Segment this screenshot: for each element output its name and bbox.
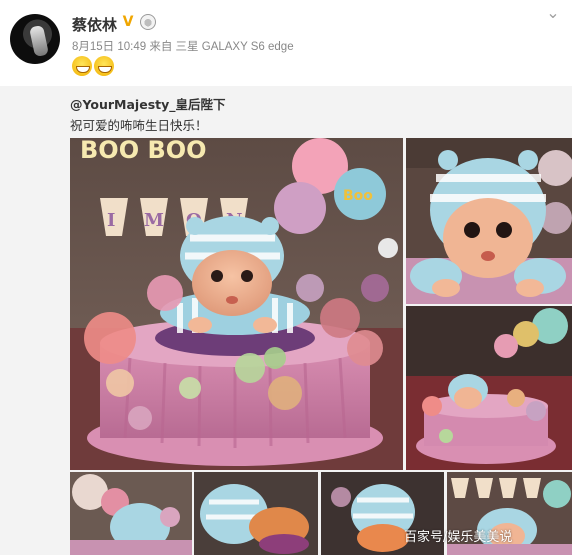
photo-thumb-1[interactable]: [70, 472, 192, 555]
repost-text: 祝可爱的咘咘生日快乐！: [70, 118, 208, 133]
photo-closeup[interactable]: [406, 138, 572, 304]
verified-v-icon[interactable]: V: [120, 14, 136, 30]
repost-container: @YourMajesty_皇后陛下 祝可爱的咘咘生日快乐！ BOO BOO I …: [0, 86, 572, 555]
grin-emoji-icon: [72, 56, 92, 76]
svg-text:I: I: [107, 210, 115, 231]
avatar[interactable]: [10, 14, 60, 64]
vip-medal-icon[interactable]: [140, 14, 156, 30]
baby-closeup-illustration: [406, 138, 572, 304]
username[interactable]: 蔡依林: [72, 14, 117, 35]
watermark-text: 百家号/娱乐美美说: [404, 530, 513, 545]
cake-scene-illustration: BOO BOO I M O N Boo: [70, 138, 403, 470]
post-meta: 8月15日 10:49 来自 三星 GALAXY S6 edge: [72, 41, 294, 53]
thumb-1-illustration: [70, 472, 192, 555]
chevron-down-icon[interactable]: ⌄: [546, 5, 560, 21]
post-header: 蔡依林 V 8月15日 10:49 来自 三星 GALAXY S6 edge ⌄: [0, 0, 572, 86]
svg-text:M: M: [144, 210, 164, 231]
photo-thumb-2[interactable]: [194, 472, 318, 555]
thumb-2-illustration: [194, 472, 318, 555]
marquee-sign: BOO BOO: [80, 138, 207, 164]
photo-main[interactable]: BOO BOO I M O N Boo: [70, 138, 403, 470]
photo-party-room[interactable]: [406, 306, 572, 470]
grin-emoji-icon: [94, 56, 114, 76]
emoji-row: [72, 56, 116, 78]
party-room-illustration: [406, 306, 572, 470]
svg-text:Boo: Boo: [343, 188, 373, 204]
repost-username[interactable]: @YourMajesty_皇后陛下: [70, 94, 226, 113]
